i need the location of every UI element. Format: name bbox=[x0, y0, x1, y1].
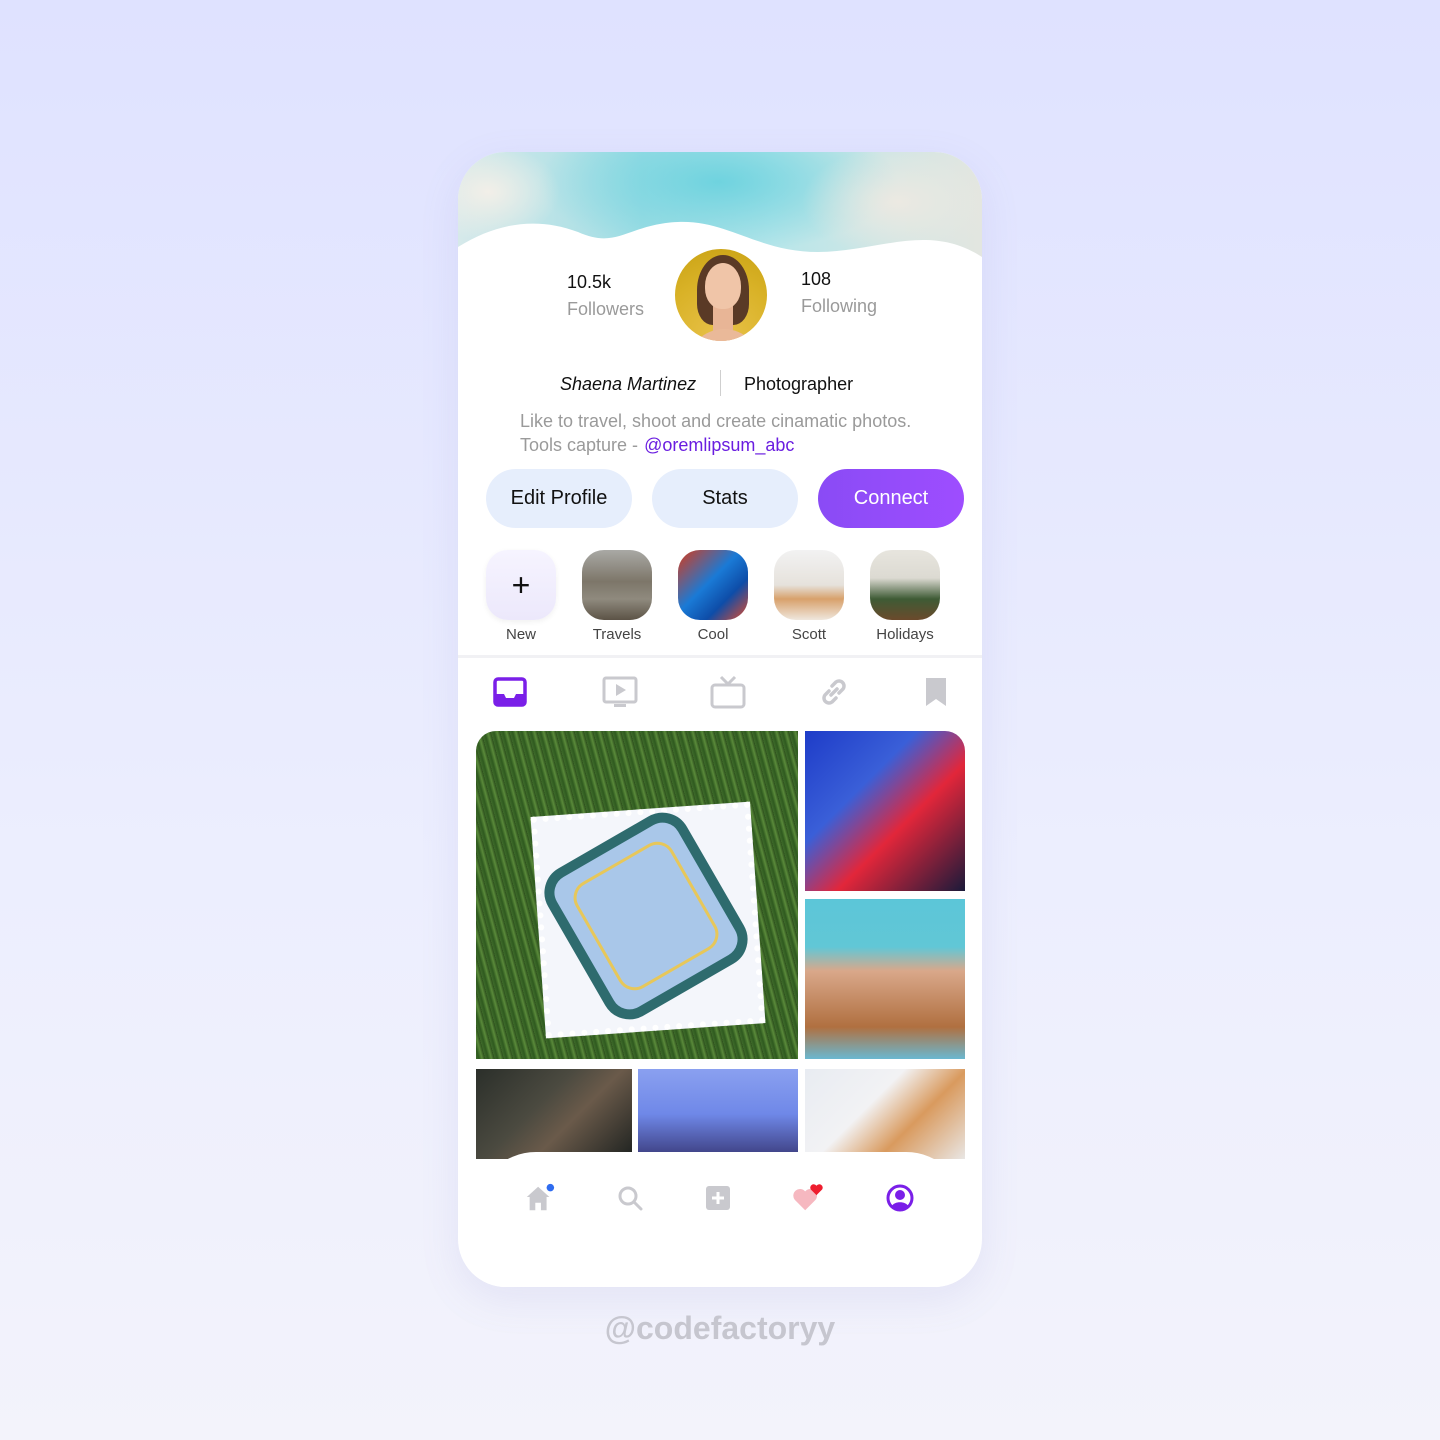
highlight-thumbnail bbox=[870, 550, 940, 620]
photo-tile[interactable] bbox=[476, 1069, 632, 1159]
bio-handle-link[interactable]: @oremlipsum_abc bbox=[644, 435, 794, 455]
home-icon bbox=[526, 1183, 555, 1211]
nav-profile[interactable] bbox=[884, 1182, 916, 1214]
name-row: Shaena Martinez Photographer bbox=[458, 370, 982, 398]
photo-tile[interactable] bbox=[805, 899, 965, 1059]
highlight-cool[interactable]: Cool bbox=[678, 550, 748, 643]
highlight-travels[interactable]: Travels bbox=[582, 550, 652, 643]
photo-tile[interactable] bbox=[476, 731, 798, 1059]
bookmark-icon bbox=[926, 678, 946, 706]
tab-posts[interactable] bbox=[490, 672, 530, 712]
link-icon bbox=[822, 679, 846, 705]
tab-links[interactable] bbox=[814, 672, 854, 712]
bio-line-2: Tools capture - @oremlipsum_abc bbox=[520, 433, 911, 457]
user-icon bbox=[886, 1184, 914, 1212]
highlight-thumbnail bbox=[678, 550, 748, 620]
profile-bio: Like to travel, shoot and create cinamat… bbox=[520, 409, 911, 457]
profile-name: Shaena Martinez bbox=[560, 374, 697, 394]
play-icon bbox=[602, 676, 638, 707]
stats-button[interactable]: Stats bbox=[652, 469, 798, 528]
highlight-scott[interactable]: Scott bbox=[774, 550, 844, 643]
highlight-label: Cool bbox=[697, 626, 729, 643]
photo-tile[interactable] bbox=[638, 1069, 798, 1159]
inbox-icon bbox=[493, 677, 527, 707]
highlight-thumbnail bbox=[774, 550, 844, 620]
nav-activity[interactable] bbox=[792, 1182, 824, 1214]
edit-profile-button[interactable]: Edit Profile bbox=[486, 469, 632, 528]
highlight-label: Holidays bbox=[876, 626, 934, 643]
followers-stat[interactable]: 10.5k Followers bbox=[567, 272, 644, 320]
search-icon bbox=[618, 1186, 643, 1211]
highlight-new[interactable]: + New bbox=[486, 550, 556, 643]
photo-tile[interactable] bbox=[805, 1069, 965, 1159]
tab-videos[interactable] bbox=[600, 672, 640, 712]
highlight-label: New bbox=[505, 626, 536, 643]
followers-label: Followers bbox=[567, 299, 645, 319]
highlight-thumbnail bbox=[582, 550, 652, 620]
bio-line-1: Like to travel, shoot and create cinamat… bbox=[520, 411, 912, 431]
tab-saved[interactable] bbox=[916, 672, 956, 712]
tab-tv[interactable] bbox=[708, 672, 748, 712]
plus-icon: + bbox=[486, 550, 556, 620]
highlight-holidays[interactable]: Holidays bbox=[870, 550, 940, 643]
following-stat[interactable]: 108 Following bbox=[801, 269, 877, 317]
following-label: Following bbox=[801, 296, 878, 316]
name-divider bbox=[720, 370, 721, 396]
phone-frame: 10.5k Followers 108 Following Shaena Mar… bbox=[458, 152, 982, 1287]
plus-square-icon bbox=[706, 1186, 730, 1210]
following-count: 108 bbox=[801, 269, 832, 289]
bottom-navigation bbox=[476, 1152, 966, 1287]
watermark: @codefactoryy bbox=[604, 1310, 836, 1346]
heart-icon bbox=[793, 1184, 823, 1211]
highlight-label: Travels bbox=[592, 626, 642, 643]
nav-search[interactable] bbox=[614, 1182, 646, 1214]
content-tabs bbox=[458, 672, 982, 716]
section-divider bbox=[458, 655, 982, 658]
profile-role: Photographer bbox=[744, 374, 854, 394]
nav-add[interactable] bbox=[702, 1182, 734, 1214]
avatar[interactable] bbox=[672, 246, 770, 344]
nav-home[interactable] bbox=[524, 1182, 556, 1214]
bio-tools-label: Tools capture - bbox=[520, 435, 639, 455]
tv-icon bbox=[710, 675, 746, 709]
photo-tile[interactable] bbox=[805, 731, 965, 891]
highlight-label: Scott bbox=[791, 626, 827, 643]
followers-count: 10.5k bbox=[567, 272, 612, 292]
story-highlights: + New Travels Cool Scott Holidays bbox=[458, 550, 982, 650]
connect-button[interactable]: Connect bbox=[818, 469, 964, 528]
